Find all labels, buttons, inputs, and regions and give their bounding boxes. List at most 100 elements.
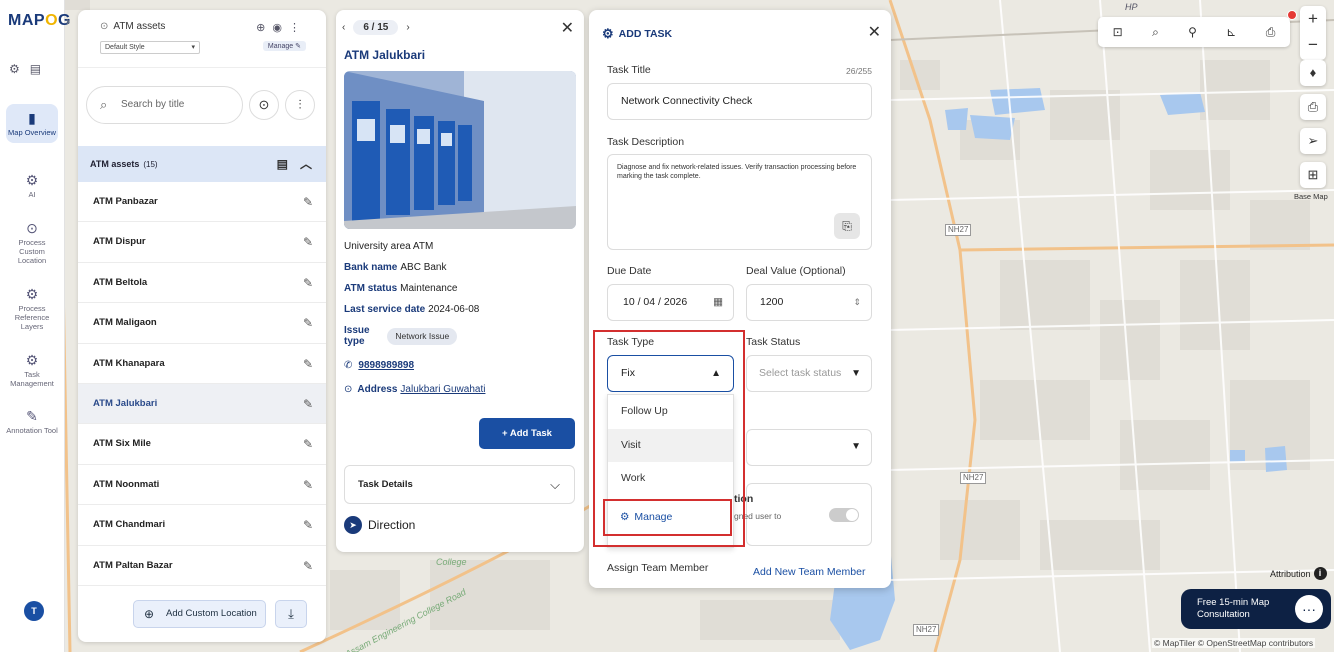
close-icon[interactable]: ✕: [561, 18, 574, 38]
zoom-out-icon[interactable]: −: [1300, 32, 1326, 58]
brush-icon: ✎: [26, 408, 38, 424]
list-item[interactable]: ATM Dispur ✎: [78, 222, 326, 263]
basemap-icon[interactable]: ⊞: [1300, 162, 1326, 188]
zoom-to-layer-icon[interactable]: ⊕: [256, 21, 265, 34]
direction-button[interactable]: ➤ Direction: [344, 516, 415, 534]
chevron-up-icon[interactable]: ︿: [300, 146, 312, 182]
road-label: NH27: [945, 224, 972, 236]
edit-pencil-icon[interactable]: ✎: [303, 303, 313, 343]
phone-icon: ✆: [344, 360, 353, 371]
edit-pencil-icon[interactable]: ✎: [303, 546, 313, 586]
task-status-select[interactable]: Select task status ▼: [746, 355, 872, 392]
asset-area: University area ATM: [344, 241, 434, 252]
search-icon[interactable]: ⌕: [1152, 25, 1159, 40]
edit-pencil-icon[interactable]: ✎: [303, 263, 313, 303]
deal-value-input[interactable]: 1200 ⇕: [746, 284, 872, 321]
rail-item-process-reference-layers[interactable]: ⚙ Process Reference Layers: [6, 286, 58, 331]
due-date-label: Due Date: [607, 265, 652, 277]
list-item[interactable]: ATM Beltola ✎: [78, 263, 326, 304]
service-date-field: Last service date 2024-06-08: [344, 304, 480, 315]
table-view-icon[interactable]: ▤: [277, 146, 288, 182]
search-input[interactable]: ⌕ Search by title: [86, 86, 243, 124]
task-details-accordion[interactable]: Task Details ⌵: [344, 465, 575, 504]
compass-icon[interactable]: ♦: [1300, 60, 1326, 86]
list-item[interactable]: ATM Six Mile ✎: [78, 424, 326, 465]
close-icon[interactable]: ✕: [868, 22, 881, 42]
map-view-icon[interactable]: ⊡: [1113, 25, 1123, 39]
list-item[interactable]: ATM Panbazar ✎: [78, 182, 326, 223]
measure-icon[interactable]: ⊾: [1226, 25, 1236, 39]
due-date-input[interactable]: 10 / 04 / 2026 ▦: [607, 284, 734, 321]
visibility-eye-icon[interactable]: ◉: [272, 21, 282, 34]
chevron-right-icon[interactable]: ›: [406, 22, 409, 33]
download-icon[interactable]: ⤓: [275, 600, 307, 628]
chevron-right-icon[interactable]: ›: [66, 14, 70, 28]
zoom-in-icon[interactable]: +: [1300, 6, 1326, 32]
asset-title: ATM Jalukbari: [344, 48, 426, 62]
task-title-input[interactable]: Network Connectivity Check: [607, 83, 872, 120]
consultation-banner[interactable]: Free 15-min Map Consultation ···: [1181, 589, 1331, 629]
notes-icon[interactable]: ▤: [30, 62, 41, 76]
list-item[interactable]: ATM Chandmari ✎: [78, 505, 326, 546]
chat-bubble-icon[interactable]: ···: [1295, 595, 1323, 623]
issue-type-field: Issue type Network Issue: [344, 325, 458, 347]
add-task-modal: ⚙ ADD TASK ✕ Task Title 26/255 Network Co…: [589, 10, 891, 588]
rail-item-map-overview[interactable]: ▮ Map Overview: [6, 104, 58, 143]
list-item-selected[interactable]: ATM Jalukbari ✎: [78, 383, 326, 425]
edit-pencil-icon[interactable]: ✎: [303, 182, 313, 222]
attribution-toggle[interactable]: Attribution i: [1270, 567, 1327, 580]
add-team-member-link[interactable]: Add New Team Member: [753, 566, 865, 578]
print-icon[interactable]: ⎙: [1266, 25, 1276, 40]
add-custom-location-button[interactable]: ⊕ Add Custom Location: [133, 600, 266, 628]
task-title-label: Task Title: [607, 64, 651, 76]
printer-icon[interactable]: ⎙: [1300, 94, 1326, 120]
more-vertical-icon[interactable]: ⋮: [289, 21, 300, 34]
asset-list-header[interactable]: ATM assets (15) ▤ ︿: [78, 146, 326, 182]
settings-icon[interactable]: ⚙: [9, 62, 20, 76]
rail-item-ai[interactable]: ⚙ AI: [6, 172, 58, 199]
rail-item-task-management[interactable]: ⚙ Task Management: [6, 352, 58, 388]
chevron-down-icon: ▾: [191, 44, 195, 51]
filter-sliders-icon[interactable]: ⫶: [285, 90, 315, 120]
rail-item-process-custom-location[interactable]: ⊙ Process Custom Location: [6, 220, 58, 265]
edit-pencil-icon[interactable]: ✎: [303, 384, 313, 424]
locate-arrow-icon[interactable]: ➢: [1300, 128, 1326, 154]
attachment-icon[interactable]: ⎘: [834, 213, 860, 239]
list-item[interactable]: ATM Noonmati ✎: [78, 465, 326, 506]
task-icon: ⚙: [602, 26, 614, 41]
edit-pencil-icon[interactable]: ✎: [303, 424, 313, 464]
logo[interactable]: MAPOG: [8, 12, 71, 30]
pin-icon[interactable]: ⚲: [1188, 25, 1197, 39]
style-select[interactable]: Default Style ▾: [100, 41, 200, 54]
chevron-down-icon: ⌵: [550, 477, 560, 492]
list-item[interactable]: ATM Paltan Bazar ✎: [78, 546, 326, 586]
place-name: College: [436, 557, 467, 567]
phone-field[interactable]: ✆ 9898989898: [344, 360, 414, 371]
edit-pencil-icon[interactable]: ✎: [303, 505, 313, 545]
add-task-button[interactable]: + Add Task: [479, 418, 575, 449]
secondary-select[interactable]: ▼: [746, 429, 872, 466]
highlight-box-manage: [603, 499, 732, 536]
edit-pencil-icon[interactable]: ✎: [303, 222, 313, 262]
address-field[interactable]: ⊙ Address Jalukbari Guwahati: [344, 384, 485, 395]
manage-layer-button[interactable]: Manage ✎: [262, 41, 306, 51]
list-item[interactable]: ATM Khanapara ✎: [78, 344, 326, 384]
avatar[interactable]: T: [24, 601, 44, 621]
layer-name: ⊙ ATM assets: [100, 21, 166, 32]
task-description-text: Diagnose and fix network-related issues.…: [617, 164, 857, 180]
task-description-label: Task Description: [607, 136, 685, 148]
notification-toggle[interactable]: [829, 508, 859, 522]
edit-pencil-icon[interactable]: ✎: [303, 465, 313, 505]
caret-down-icon: ▼: [851, 441, 861, 452]
asset-panel: ⊙ ATM assets Default Style ▾ ⊕ ◉ ⋮ Manage …: [78, 10, 326, 642]
notification-dot: [1287, 10, 1297, 20]
layers-icon: ⚙: [25, 286, 39, 302]
asset-list: ATM Panbazar ✎ ATM Dispur ✎ ATM Beltola ✎ A…: [78, 182, 326, 586]
location-filter-button[interactable]: ⊙: [249, 90, 279, 120]
map-icon: ▮: [28, 110, 36, 126]
edit-pencil-icon[interactable]: ✎: [303, 344, 313, 384]
list-item[interactable]: ATM Maligaon ✎: [78, 303, 326, 344]
map-toolbar: ⊡ ⌕ ⚲ ⊾ ⎙: [1098, 17, 1290, 47]
chevron-left-icon[interactable]: ‹: [342, 22, 345, 33]
rail-item-annotation-tool[interactable]: ✎ Annotation Tool: [6, 408, 58, 435]
